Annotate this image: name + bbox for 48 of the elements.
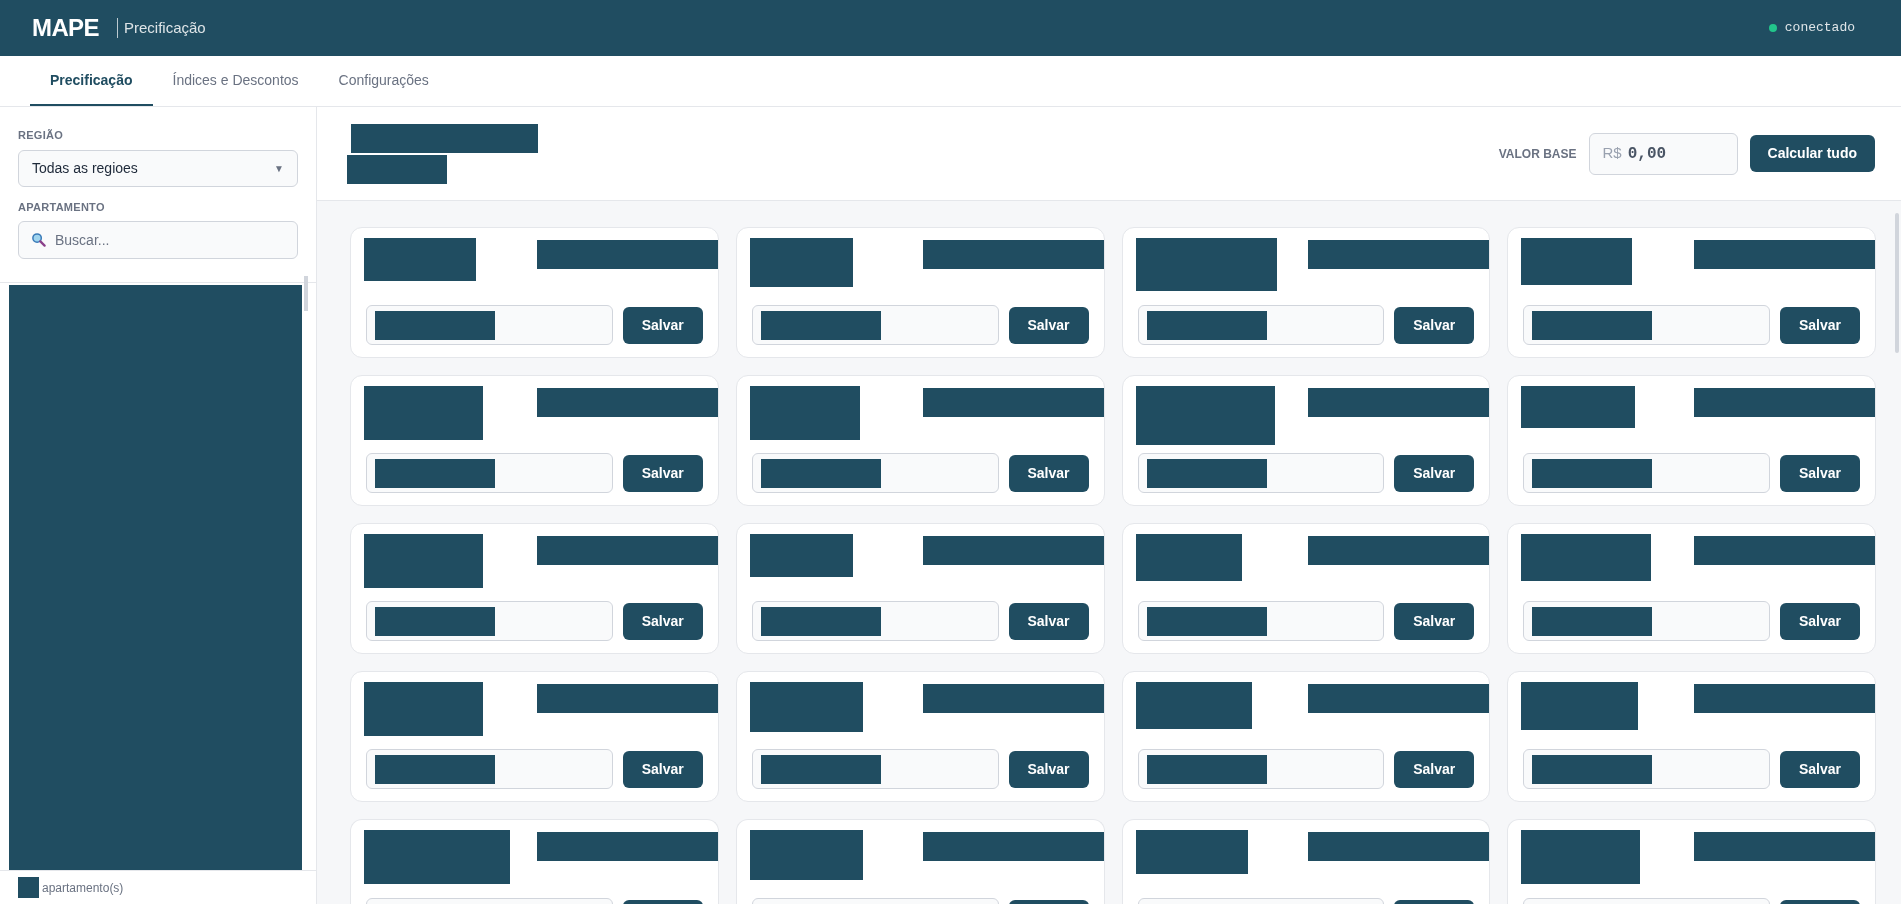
- price-field[interactable]: [1523, 453, 1770, 493]
- redaction-block: [18, 877, 39, 898]
- save-button[interactable]: Salvar: [1008, 454, 1089, 492]
- price-field[interactable]: [1523, 305, 1770, 345]
- tab[interactable]: Precificação: [30, 56, 153, 106]
- calculate-button[interactable]: Calcular tudo: [1749, 135, 1875, 172]
- save-button[interactable]: Salvar: [1394, 602, 1475, 640]
- logo: MAPE: [32, 13, 99, 43]
- save-button[interactable]: Salvar: [1008, 306, 1089, 344]
- base-value-label: VALOR BASE: [1498, 145, 1577, 163]
- save-button[interactable]: Salvar: [1780, 602, 1860, 640]
- tab[interactable]: Configurações: [318, 56, 449, 106]
- price-field[interactable]: [366, 601, 613, 641]
- price-field[interactable]: [1137, 601, 1385, 641]
- price-field[interactable]: [1137, 305, 1385, 345]
- apartment-count: apartamento(s): [42, 879, 124, 897]
- price-field[interactable]: [751, 453, 999, 493]
- save-button[interactable]: Salvar: [622, 454, 703, 492]
- tab[interactable]: Índices e Descontos: [152, 56, 319, 106]
- save-button[interactable]: Salvar: [1780, 454, 1860, 492]
- price-field[interactable]: [751, 305, 999, 345]
- app-title: Precificação: [123, 17, 206, 38]
- search-field[interactable]: Buscar...: [18, 221, 298, 259]
- save-button[interactable]: Salvar: [622, 750, 703, 788]
- save-button[interactable]: Salvar: [1394, 750, 1475, 788]
- price-field[interactable]: [1137, 453, 1385, 493]
- save-button[interactable]: Salvar: [1780, 306, 1860, 344]
- price-field[interactable]: [751, 749, 999, 789]
- price-field[interactable]: [1523, 749, 1770, 789]
- search-icon: [31, 232, 46, 247]
- price-field[interactable]: [751, 601, 999, 641]
- apartment-label: APARTAMENTO: [18, 199, 106, 215]
- region-label: REGIÃO: [18, 128, 65, 143]
- base-value-field[interactable]: R$ 0,00: [1588, 132, 1738, 175]
- save-button[interactable]: Salvar: [1780, 750, 1860, 788]
- save-button[interactable]: Salvar: [1008, 750, 1089, 788]
- save-button[interactable]: Salvar: [622, 306, 703, 344]
- region-dropdown[interactable]: Todas as regioes ▼: [18, 149, 298, 187]
- save-button[interactable]: Salvar: [622, 602, 703, 640]
- price-field[interactable]: [366, 453, 613, 493]
- price-field[interactable]: [366, 305, 613, 345]
- save-button[interactable]: Salvar: [1008, 602, 1089, 640]
- price-field[interactable]: [1523, 601, 1770, 641]
- price-field[interactable]: [1137, 749, 1385, 789]
- price-field[interactable]: [366, 749, 613, 789]
- status-label: conectado: [1784, 19, 1855, 38]
- save-button[interactable]: Salvar: [1394, 306, 1475, 344]
- save-button[interactable]: Salvar: [1394, 454, 1475, 492]
